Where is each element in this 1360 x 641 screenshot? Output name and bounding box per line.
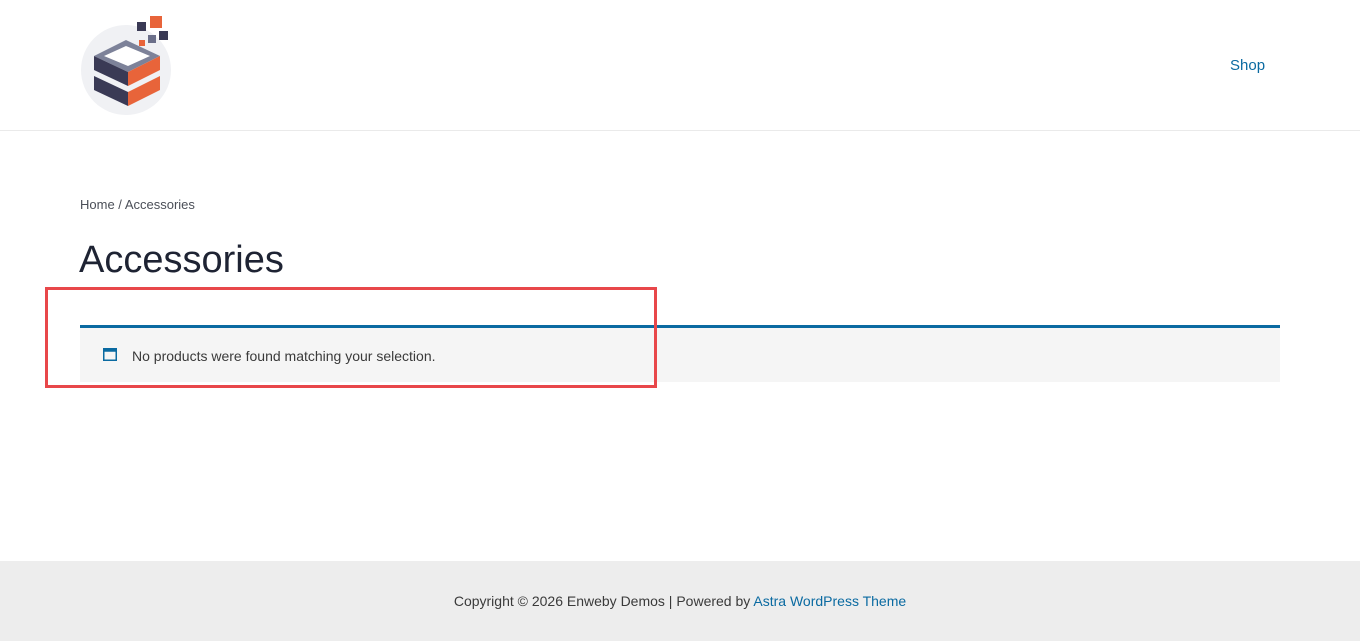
no-products-notice: No products were found matching your sel…: [80, 325, 1280, 382]
site-header: Shop: [0, 0, 1360, 131]
nav-shop-link[interactable]: Shop: [1230, 57, 1265, 74]
page-title: Accessories: [79, 239, 284, 281]
site-footer: Copyright © 2026 Enweby Demos | Powered …: [0, 561, 1360, 641]
site-logo[interactable]: [80, 14, 172, 116]
browser-window-icon: [103, 348, 117, 361]
breadcrumb-home-link[interactable]: Home: [80, 197, 115, 212]
astra-theme-link[interactable]: Astra WordPress Theme: [753, 593, 906, 609]
cube-logo-icon: [81, 16, 171, 115]
copyright-text: Copyright © 2026 Enweby Demos | Powered …: [453, 593, 754, 609]
footer-copyright: Copyright © 2026 Enweby Demos | Powered …: [0, 593, 1360, 609]
breadcrumb: Home / Accessories: [80, 197, 195, 212]
notice-message: No products were found matching your sel…: [132, 348, 436, 364]
breadcrumb-separator: /: [114, 197, 125, 212]
breadcrumb-current: Accessories: [124, 197, 195, 212]
